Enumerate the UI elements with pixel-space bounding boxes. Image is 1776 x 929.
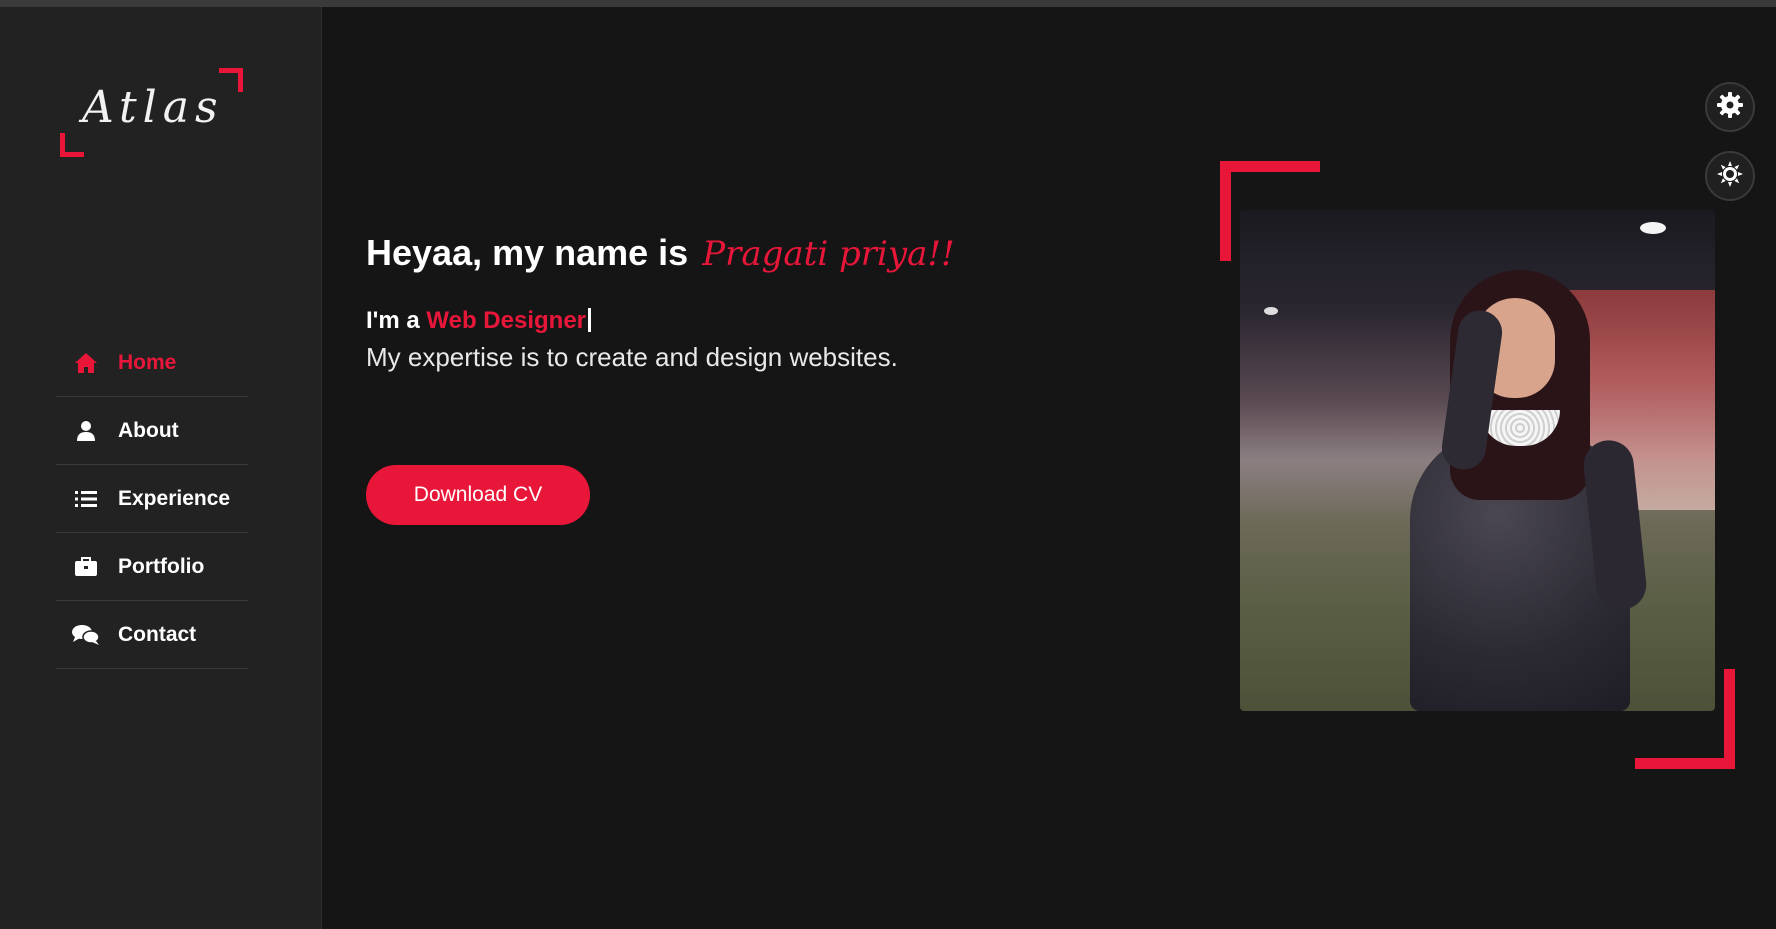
hero-name: Pragati priya!! — [702, 234, 955, 274]
role-prefix: I'm a — [366, 307, 420, 334]
home-icon — [72, 349, 100, 377]
profile-photo — [1240, 210, 1715, 711]
photo-light-small — [1264, 307, 1278, 315]
nav-item-home[interactable]: Home — [56, 329, 248, 397]
photo-light — [1640, 222, 1666, 234]
nav-item-experience[interactable]: Experience — [56, 465, 248, 533]
role-line: I'm a Web Designer — [366, 307, 592, 335]
hero-greeting: Heyaa, my name is — [366, 232, 689, 273]
sidebar: Atlas Home About Experience Portfolio Co… — [0, 7, 322, 929]
nav-item-portfolio[interactable]: Portfolio — [56, 533, 248, 601]
nav-label-contact: Contact — [118, 622, 197, 646]
nav-label-about: About — [118, 418, 179, 442]
typing-cursor — [588, 308, 592, 332]
nav-label-portfolio: Portfolio — [118, 554, 205, 578]
photo-person — [1380, 270, 1660, 711]
logo-corner-bottom-left — [60, 133, 84, 157]
window-top-bar — [0, 0, 1776, 7]
list-icon — [72, 485, 100, 513]
theme-toggle-button[interactable] — [1705, 151, 1755, 201]
nav-label-experience: Experience — [118, 486, 231, 510]
hero-tagline: My expertise is to create and design web… — [366, 342, 898, 372]
sun-icon — [1716, 160, 1744, 192]
download-cv-button[interactable]: Download CV — [366, 465, 590, 525]
gear-icon — [1716, 91, 1744, 123]
nav-item-about[interactable]: About — [56, 397, 248, 465]
logo-text: Atlas — [82, 82, 224, 133]
nav-item-contact[interactable]: Contact — [56, 601, 248, 669]
briefcase-icon — [72, 553, 100, 581]
hero-heading: Heyaa, my name is Pragati priya!! — [366, 232, 955, 274]
site-logo[interactable]: Atlas — [60, 62, 245, 157]
main-nav: Home About Experience Portfolio Contact — [56, 329, 248, 669]
chat-icon — [72, 621, 100, 649]
settings-button[interactable] — [1705, 82, 1755, 132]
user-icon — [72, 417, 100, 445]
nav-label-home: Home — [118, 350, 177, 374]
role-text: Web Designer — [426, 307, 587, 334]
